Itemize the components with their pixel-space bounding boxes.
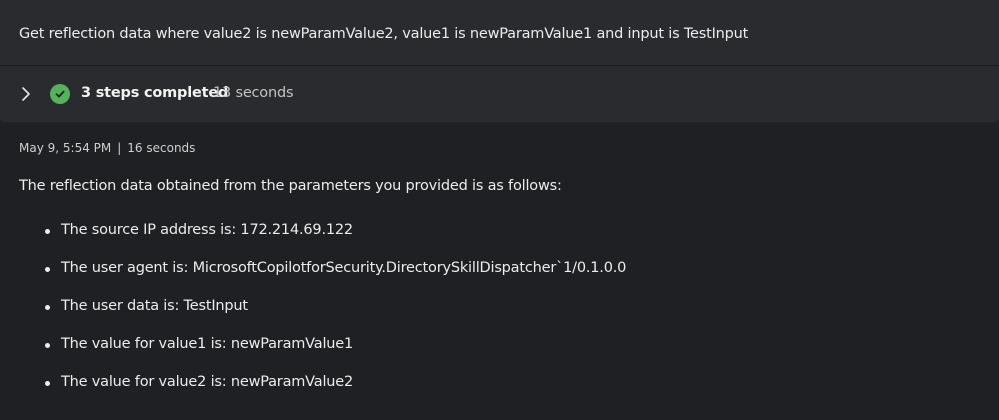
list-item-text: The source IP address is: 172.214.69.122 xyxy=(61,222,353,238)
response-intro: The reflection data obtained from the pa… xyxy=(19,178,562,194)
bullet-icon xyxy=(45,305,50,310)
meta-separator: | xyxy=(117,141,122,155)
list-item-text: The user data is: TestInput xyxy=(61,298,248,314)
bullet-icon xyxy=(45,343,50,348)
response-elapsed: 16 seconds xyxy=(127,141,196,155)
prompt-card: Get reflection data where value2 is newP… xyxy=(0,0,999,122)
check-circle-icon xyxy=(50,84,70,104)
steps-duration: 13 seconds xyxy=(213,85,294,101)
bullet-icon xyxy=(45,267,50,272)
list-item: The user data is: TestInput xyxy=(0,298,999,336)
list-item: The user agent is: MicrosoftCopilotforSe… xyxy=(0,260,999,298)
bullet-icon xyxy=(45,381,50,386)
bullet-icon xyxy=(45,229,50,234)
list-item-text: The user agent is: MicrosoftCopilotforSe… xyxy=(61,260,627,276)
response-meta: May 9, 5:54 PM | 16 seconds xyxy=(19,141,195,155)
response-timestamp: May 9, 5:54 PM xyxy=(19,141,112,155)
chevron-right-icon[interactable] xyxy=(19,86,33,102)
response-list: The source IP address is: 172.214.69.122… xyxy=(0,222,999,412)
steps-completed-label: 3 steps completed xyxy=(81,85,229,101)
list-item: The value for value1 is: newParamValue1 xyxy=(0,336,999,374)
list-item-text: The value for value2 is: newParamValue2 xyxy=(61,374,354,390)
list-item: The source IP address is: 172.214.69.122 xyxy=(0,222,999,260)
prompt-text: Get reflection data where value2 is newP… xyxy=(19,26,749,42)
list-item: The value for value2 is: newParamValue2 xyxy=(0,374,999,412)
list-item-text: The value for value1 is: newParamValue1 xyxy=(61,336,354,352)
steps-summary-row[interactable]: 3 steps completed 13 seconds xyxy=(0,66,999,122)
